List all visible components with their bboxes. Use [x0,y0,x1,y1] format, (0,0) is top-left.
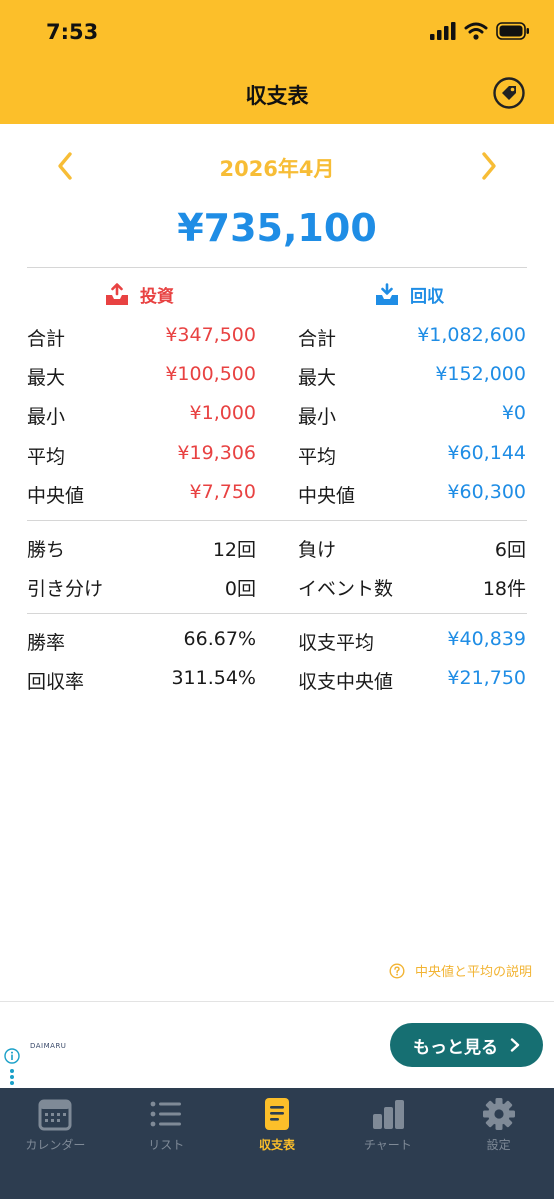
month-selector: 2026年4月 [0,145,554,187]
return-min-value: ¥0 [501,402,526,424]
invest-title: 投資 [140,287,174,307]
losses-label: 負け [298,539,337,561]
invest-max-value: ¥100,500 [165,363,256,385]
more-vertical-icon[interactable] [9,1068,15,1086]
document-icon [264,1098,289,1130]
tag-icon[interactable] [492,76,526,110]
median-average-help-link[interactable]: 中央値と平均の説明 [389,961,532,980]
gear-icon [482,1098,515,1130]
invest-total-value: ¥347,500 [165,324,256,346]
balance-avg-value: ¥40,839 [447,628,526,650]
invest-min-label: 最小 [27,406,66,428]
divider [27,613,527,614]
tab-label: チャート [363,1138,412,1152]
signal-icon [430,22,456,40]
bar-chart-icon [372,1100,404,1129]
calendar-icon [38,1099,72,1131]
invest-min-value: ¥1,000 [189,402,256,424]
tab-balance-sheet[interactable]: 収支表 [222,1088,333,1199]
events-value: 18件 [482,578,526,600]
invest-median-value: ¥7,750 [189,481,256,503]
tab-list[interactable]: リスト [111,1088,222,1199]
invest-avg-label: 平均 [27,446,66,468]
return-avg-value: ¥60,144 [447,442,526,464]
return-min-label: 最小 [298,406,337,428]
return-rate-value: 311.54% [171,667,256,689]
nav-bar: 収支表 [0,62,554,124]
status-time: 7:53 [46,20,99,44]
page-title: 収支表 [245,84,309,108]
win-rate-label: 勝率 [27,632,66,654]
balance-median-label: 収支中央値 [298,671,394,693]
download-tray-icon [376,282,398,305]
list-icon [150,1101,182,1127]
ad-more-button[interactable]: もっと見る [390,1023,543,1067]
status-icons [430,22,530,40]
draws-label: 引き分け [27,578,104,600]
invest-median-label: 中央値 [27,485,85,507]
wifi-icon [464,22,488,40]
status-bar: 7:53 [0,0,554,62]
battery-icon [496,22,529,40]
return-median-label: 中央値 [298,485,356,507]
chevron-right-icon[interactable] [474,147,504,185]
month-label: 2026年4月 [219,157,335,181]
ad-more-label: もっと見る [413,1037,498,1058]
tab-label: 収支表 [258,1138,295,1152]
ad-banner[interactable]: DAIMARU もっと見る [0,1001,554,1088]
invest-header: 投資 [104,282,174,307]
wins-value: 12回 [212,539,256,561]
invest-total-label: 合計 [27,328,66,350]
balance-total: ¥735,100 [177,206,377,250]
divider [27,267,527,268]
invest-avg-value: ¥19,306 [177,442,256,464]
return-title: 回収 [410,287,444,307]
return-median-value: ¥60,300 [447,481,526,503]
tab-label: 設定 [486,1138,511,1152]
tab-label: カレンダー [25,1138,86,1152]
return-rate-label: 回収率 [27,671,85,693]
balance-median-value: ¥21,750 [447,667,526,689]
chevron-right-icon [510,1038,520,1052]
invest-max-label: 最大 [27,367,66,389]
tab-bar: カレンダー リスト 収支表 チャート 設定 [0,1088,554,1199]
draws-value: 0回 [224,578,256,600]
wins-label: 勝ち [27,539,66,561]
divider [27,520,527,521]
question-circle-icon [389,962,405,979]
return-header: 回収 [374,282,444,307]
help-link-label: 中央値と平均の説明 [414,965,532,980]
balance-avg-label: 収支平均 [298,632,375,654]
tab-label: リスト [148,1138,185,1152]
events-label: イベント数 [298,578,394,600]
win-rate-value: 66.67% [183,628,256,650]
tab-chart[interactable]: チャート [332,1088,443,1199]
return-max-label: 最大 [298,367,337,389]
upload-tray-icon [106,282,128,305]
losses-value: 6回 [494,539,526,561]
return-total-label: 合計 [298,328,337,350]
tab-settings[interactable]: 設定 [443,1088,554,1199]
return-avg-label: 平均 [298,446,337,468]
info-icon[interactable] [4,1048,20,1064]
return-total-value: ¥1,082,600 [417,324,526,346]
return-max-value: ¥152,000 [435,363,526,385]
ad-brand-logo: DAIMARU [30,1042,67,1050]
tab-calendar[interactable]: カレンダー [0,1088,111,1199]
